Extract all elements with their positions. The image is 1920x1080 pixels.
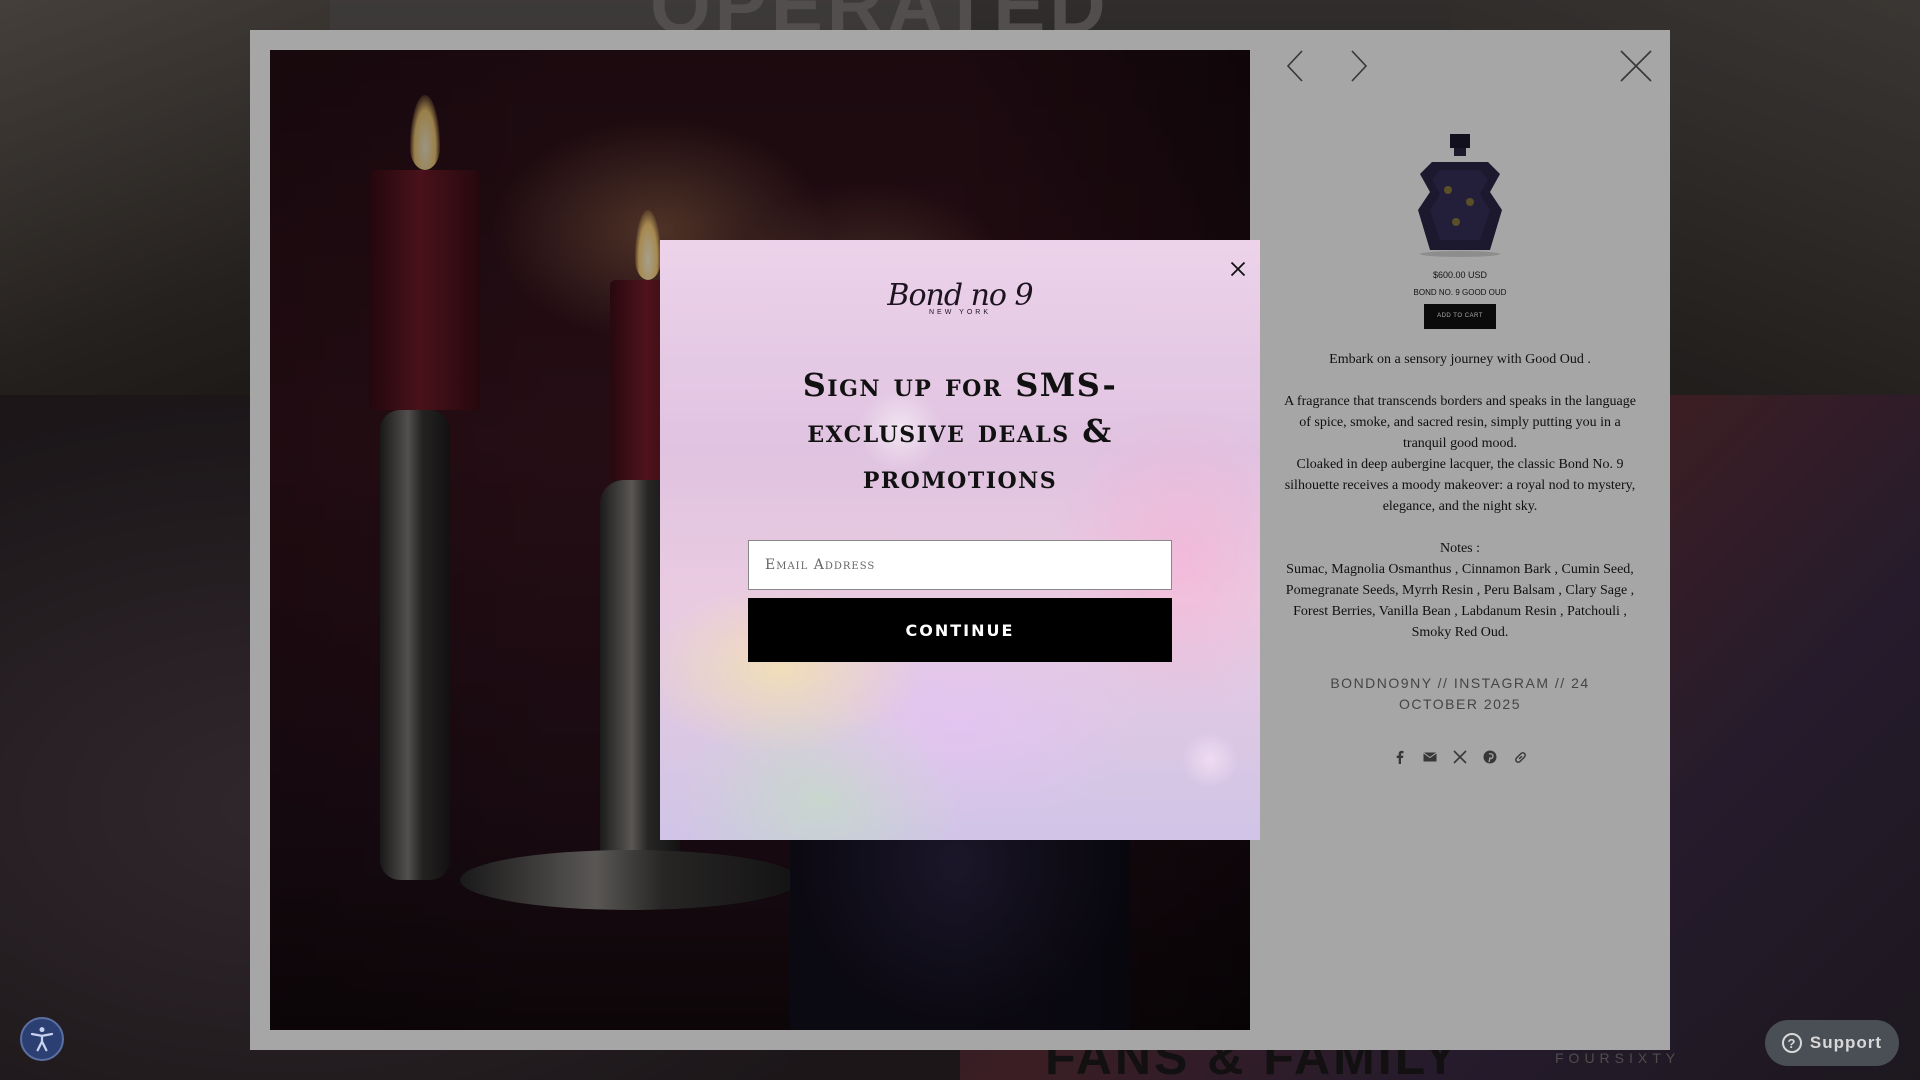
support-label: Support xyxy=(1809,1033,1883,1052)
support-button[interactable]: ? Support xyxy=(1765,1020,1899,1066)
accessibility-icon xyxy=(30,1027,54,1052)
email-field[interactable] xyxy=(748,540,1172,590)
accessibility-button[interactable] xyxy=(20,1017,64,1061)
sms-signup-modal: Bond no 9 NEW YORK Sign up for SMS-exclu… xyxy=(660,240,1260,840)
close-modal-button[interactable] xyxy=(1227,258,1249,280)
brand-logo-script: Bond no 9 xyxy=(887,278,1033,313)
continue-button[interactable]: CONTINUE xyxy=(748,598,1172,662)
modal-headline: Sign up for SMS-exclusive deals & promot… xyxy=(802,366,1118,496)
close-icon xyxy=(1230,261,1246,277)
help-icon: ? xyxy=(1781,1033,1802,1053)
brand-logo: Bond no 9 NEW YORK xyxy=(880,278,1040,338)
